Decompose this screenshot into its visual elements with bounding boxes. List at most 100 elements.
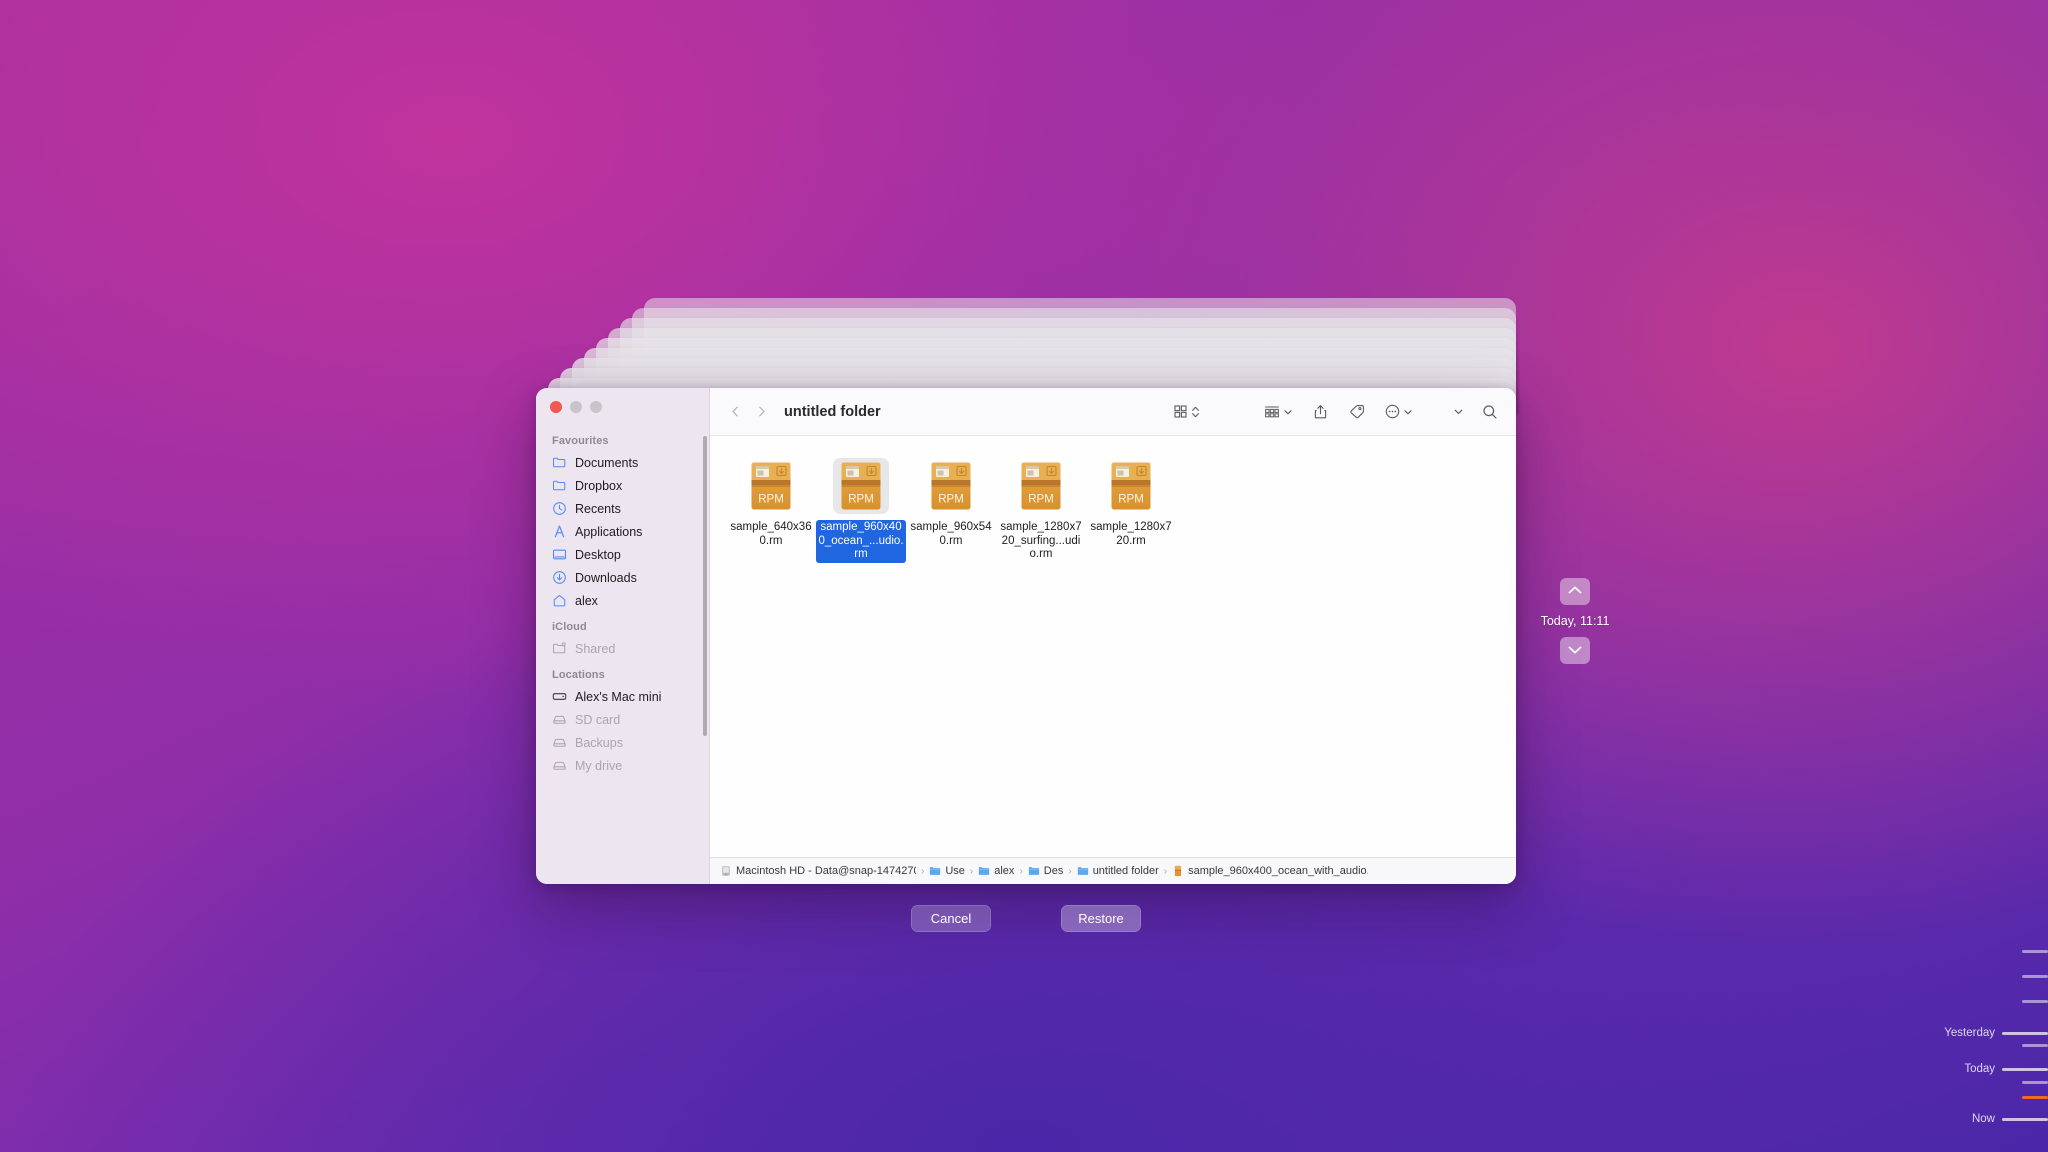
rpm-file-icon: RPM [833, 458, 889, 514]
timeline-tick-now [2022, 1096, 2048, 1099]
file-item[interactable]: RPM sample_960x400_ocean_...udio.rm [816, 454, 906, 573]
cancel-button[interactable]: Cancel [911, 905, 991, 932]
search-button[interactable] [1478, 399, 1502, 425]
close-button[interactable] [550, 401, 562, 413]
path-separator-icon: › [1019, 865, 1023, 877]
share-button[interactable] [1309, 399, 1332, 425]
timeline-labeled-tick[interactable]: Now [1972, 1113, 2048, 1125]
more-options-button[interactable] [1381, 399, 1417, 425]
timeline-tick[interactable] [2022, 975, 2048, 978]
file-name-label: sample_960x540.rm [910, 521, 992, 547]
timeline-tick-mark [2022, 950, 2048, 953]
chevron-down-icon [1403, 407, 1413, 417]
finder-window: Favourites Documents Dropbox Recents Applica… [536, 388, 1516, 884]
timeline-tick-mark [2002, 1031, 2048, 1035]
path-crumb-label: Use [945, 865, 965, 877]
file-item[interactable]: RPM sample_1280x720.rm [1086, 454, 1176, 573]
sidebar-item-dropbox[interactable]: Dropbox [536, 474, 709, 497]
drive-icon [552, 735, 567, 750]
sidebar-item-label: SD card [575, 712, 621, 727]
sidebar: Favourites Documents Dropbox Recents Applica… [536, 388, 710, 884]
sidebar-item-label: Dropbox [575, 478, 623, 493]
sidebar-item-backups[interactable]: Backups [536, 731, 709, 754]
back-button[interactable] [722, 399, 748, 425]
sidebar-section-header: Locations [552, 669, 605, 681]
minimize-button[interactable] [570, 401, 582, 413]
timeline-tick-mark [2022, 975, 2048, 978]
sidebar-item-applications[interactable]: Applications [536, 520, 709, 543]
rpm-file-icon [1172, 865, 1184, 877]
computer-icon [552, 689, 567, 704]
sidebar-item-label: Backups [575, 735, 623, 750]
overflow-chevron-button[interactable] [1449, 399, 1468, 425]
path-crumb-label: sample_960x400_ocean_with_audio.rm [1188, 865, 1369, 877]
blue-folder-icon [1077, 865, 1089, 877]
path-crumb[interactable]: alex [978, 865, 1014, 877]
sidebar-item-sd-card[interactable]: SD card [536, 708, 709, 731]
restore-button[interactable]: Restore [1061, 905, 1141, 932]
timeline-tick[interactable] [2022, 1044, 2048, 1047]
icon-view-button[interactable] [1169, 399, 1204, 425]
timeline-tick[interactable] [2022, 1081, 2048, 1084]
forward-button[interactable] [748, 399, 774, 425]
path-crumb-label: Des [1043, 865, 1064, 877]
time-machine-forward-button[interactable] [1560, 637, 1590, 664]
timeline-labeled-tick[interactable]: Yesterday [1944, 1027, 2048, 1039]
svg-text:RPM: RPM [848, 494, 874, 506]
sidebar-item-label: Desktop [575, 547, 621, 562]
time-machine-timeline[interactable]: Yesterday Today Now [1898, 0, 2048, 1152]
time-machine-date: Today, 11:11 [1540, 614, 1610, 628]
path-separator-icon: › [1068, 865, 1072, 877]
path-crumb[interactable]: Macintosh HD - Data@snap-1474270 [720, 865, 916, 877]
timeline-label: Yesterday [1944, 1027, 1995, 1039]
file-name-label: sample_960x400_ocean_...udio.rm [816, 520, 906, 563]
sidebar-item-my-drive[interactable]: My drive [536, 754, 709, 777]
tag-button[interactable] [1344, 399, 1369, 425]
group-by-button[interactable] [1260, 399, 1297, 425]
sidebar-item-label: Shared [575, 641, 616, 656]
traffic-lights [550, 401, 602, 413]
rpm-file-icon: RPM [923, 458, 979, 514]
sidebar-item-documents[interactable]: Documents [536, 451, 709, 474]
file-item[interactable]: RPM sample_640x360.rm [726, 454, 816, 573]
sidebar-section-header: iCloud [552, 621, 587, 633]
timeline-labeled-tick[interactable]: Today [1964, 1063, 2048, 1075]
desktop-icon [552, 547, 567, 562]
rpm-file-icon: RPM [743, 458, 799, 514]
rpm-file-icon: RPM [1103, 458, 1159, 514]
timeline-tick-mark [2022, 1044, 2048, 1047]
blue-folder-icon [978, 865, 990, 877]
timeline-tick-mark [2002, 1067, 2048, 1071]
maximize-button[interactable] [590, 401, 602, 413]
time-machine-back-button[interactable] [1560, 578, 1590, 605]
path-crumb[interactable]: Des [1028, 865, 1064, 877]
path-crumb[interactable]: Use [929, 865, 965, 877]
up-down-chevron-icon [1191, 405, 1200, 419]
path-crumb[interactable]: untitled folder [1077, 865, 1159, 877]
sidebar-item-shared[interactable]: Shared [536, 637, 709, 660]
main-pane: untitled folder RPM sample_640x360.rm RP… [710, 388, 1516, 884]
timeline-tick[interactable] [2022, 950, 2048, 953]
file-item[interactable]: RPM sample_1280x720_surfing...udio.rm [996, 454, 1086, 573]
sidebar-item-desktop[interactable]: Desktop [536, 543, 709, 566]
sidebar-item-downloads[interactable]: Downloads [536, 566, 709, 589]
time-machine-navigation: Today, 11:11 [1540, 578, 1610, 664]
drive-icon [552, 758, 567, 773]
sidebar-item-label: alex [575, 593, 598, 608]
chevron-up-icon [1567, 583, 1583, 601]
applications-icon [552, 524, 567, 539]
path-crumb[interactable]: sample_960x400_ocean_with_audio.rm [1172, 865, 1368, 877]
time-machine-desktop: Favourites Documents Dropbox Recents Applica… [0, 0, 2048, 1152]
shared-folder-icon [552, 641, 567, 656]
timeline-tick[interactable] [2022, 1096, 2048, 1099]
home-icon [552, 593, 567, 608]
sidebar-item-alex-s-mac-mini[interactable]: Alex's Mac mini [536, 685, 709, 708]
clock-icon [552, 501, 567, 516]
file-item[interactable]: RPM sample_960x540.rm [906, 454, 996, 573]
sidebar-item-recents[interactable]: Recents [536, 497, 709, 520]
timeline-tick[interactable] [2022, 1000, 2048, 1003]
file-grid[interactable]: RPM sample_640x360.rm RPM sample_960x400_oc… [710, 436, 1516, 857]
sidebar-scrollbar[interactable] [703, 436, 707, 736]
sidebar-item-alex[interactable]: alex [536, 589, 709, 612]
sidebar-item-label: Applications [575, 524, 643, 539]
